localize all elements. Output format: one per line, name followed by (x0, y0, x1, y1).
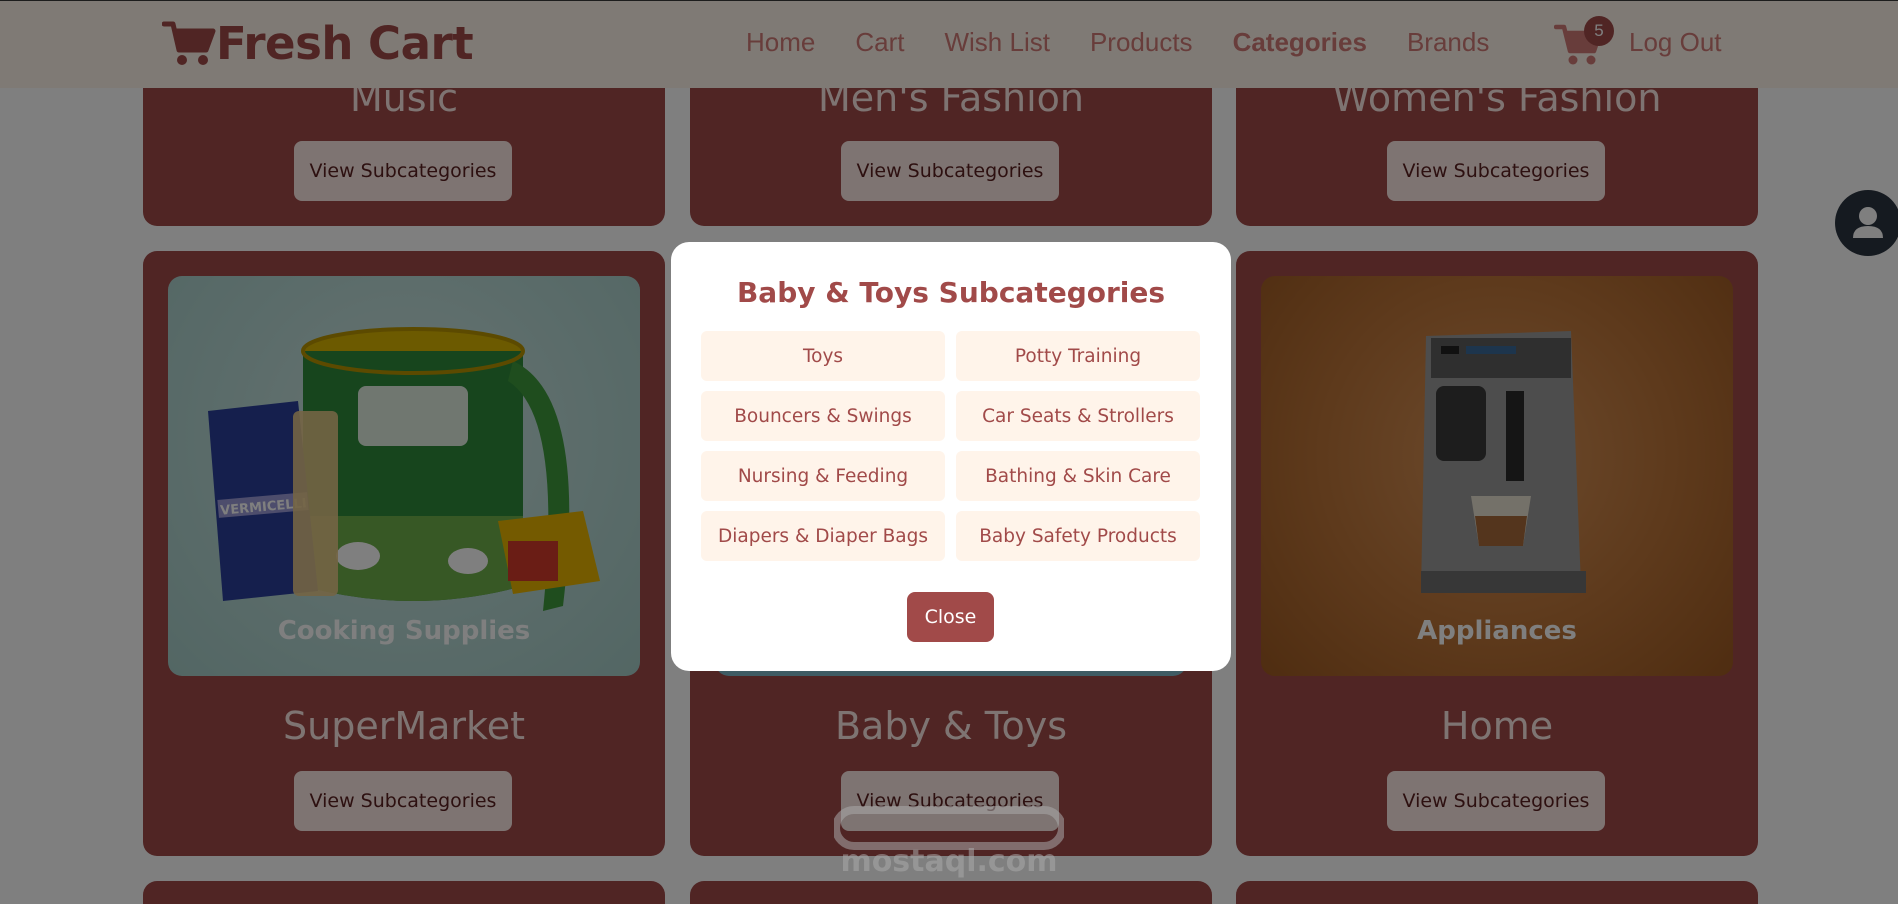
subcategories-modal: Baby & Toys Subcategories Toys Potty Tra… (671, 242, 1231, 671)
subcategory-item-baby-safety-products[interactable]: Baby Safety Products (956, 511, 1200, 561)
subcategory-item-bathing-skin-care[interactable]: Bathing & Skin Care (956, 451, 1200, 501)
subcategory-item-toys[interactable]: Toys (701, 331, 945, 381)
subcategory-item-car-seats-strollers[interactable]: Car Seats & Strollers (956, 391, 1200, 441)
subcategory-item-diapers-diaper-bags[interactable]: Diapers & Diaper Bags (701, 511, 945, 561)
modal-title: Baby & Toys Subcategories (736, 276, 1166, 309)
watermark-logo (832, 806, 1066, 850)
subcategory-item-bouncers-swings[interactable]: Bouncers & Swings (701, 391, 945, 441)
subcategory-item-nursing-feeding[interactable]: Nursing & Feeding (701, 451, 945, 501)
watermark: mostaql.com (832, 792, 1066, 892)
subcategory-item-potty-training[interactable]: Potty Training (956, 331, 1200, 381)
close-button[interactable]: Close (907, 592, 994, 642)
subcategory-list: Toys Potty Training Bouncers & Swings Ca… (701, 331, 1201, 561)
watermark-text: mostaql.com (840, 844, 1058, 879)
